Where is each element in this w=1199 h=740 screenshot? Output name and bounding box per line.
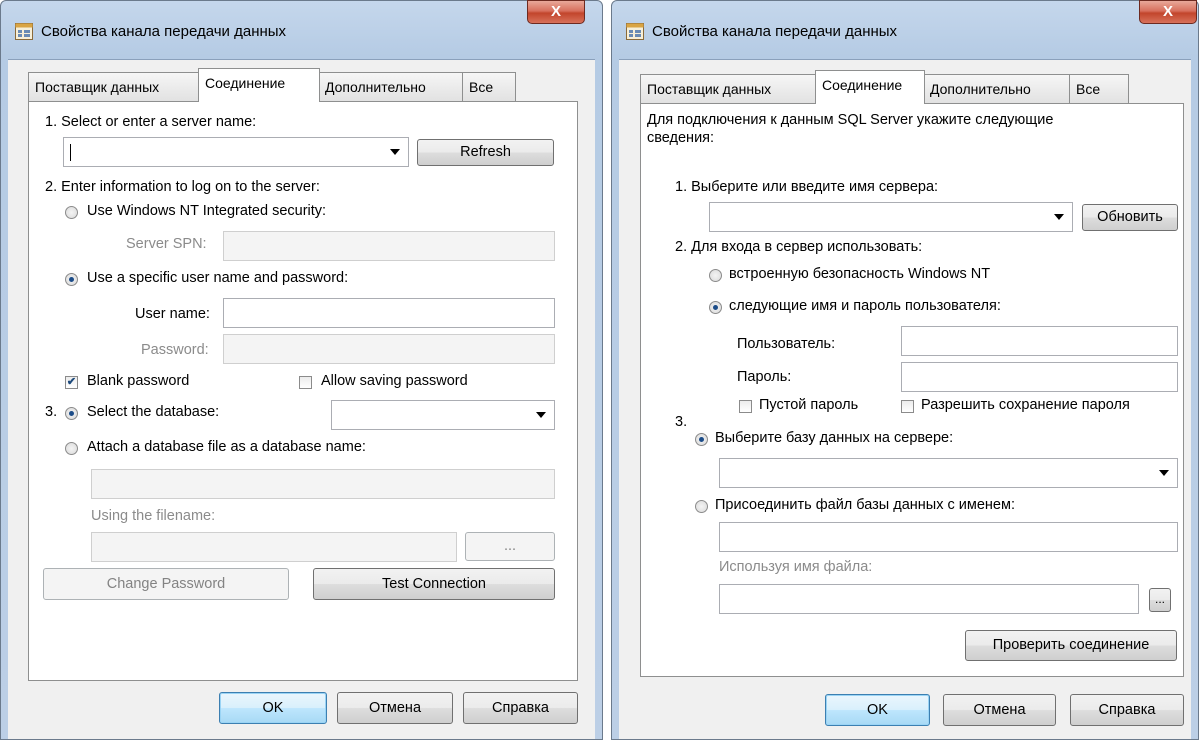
- database-name-field[interactable]: [91, 469, 555, 499]
- app-icon: [15, 23, 33, 40]
- attach-database-radio[interactable]: [65, 442, 78, 455]
- allow-saving-password-checkbox[interactable]: [299, 376, 312, 389]
- password-label: Пароль:: [737, 369, 792, 385]
- step1-label: 1. Выберите или введите имя сервера:: [675, 179, 939, 195]
- title-bar[interactable]: Свойства канала передачи данных X: [612, 0, 1198, 59]
- step3-label: 3.: [45, 404, 58, 420]
- cancel-button[interactable]: Отмена: [337, 692, 453, 724]
- password-field[interactable]: [901, 362, 1178, 392]
- blank-password-label[interactable]: Blank password: [87, 373, 189, 389]
- database-combobox[interactable]: [331, 400, 555, 430]
- dropdown-arrow-icon[interactable]: [390, 149, 400, 155]
- user-field[interactable]: [901, 326, 1178, 356]
- attach-database-label[interactable]: Attach a database file as a database nam…: [87, 439, 366, 455]
- app-icon: [626, 23, 644, 40]
- test-connection-button[interactable]: Test Connection: [313, 568, 555, 600]
- blank-password-checkbox[interactable]: ✔: [65, 376, 78, 389]
- refresh-button[interactable]: Refresh: [417, 139, 554, 166]
- intro-text-line2: сведения:: [647, 130, 715, 146]
- database-combobox[interactable]: [719, 458, 1178, 488]
- blank-password-checkbox[interactable]: [739, 400, 752, 413]
- dialog-client-area: Поставщик данных Соединение Дополнительн…: [619, 59, 1191, 739]
- dropdown-arrow-icon[interactable]: [536, 412, 546, 418]
- blank-password-label[interactable]: Пустой пароль: [759, 397, 858, 413]
- server-spn-label: Server SPN:: [126, 236, 207, 252]
- select-database-radio[interactable]: [695, 433, 708, 446]
- specific-user-radio[interactable]: [709, 301, 722, 314]
- allow-saving-password-label[interactable]: Разрешить сохранение пароля: [921, 397, 1130, 413]
- attach-database-label[interactable]: Присоединить файл базы данных с именем:: [715, 497, 1015, 513]
- filename-field[interactable]: [91, 532, 457, 562]
- allow-saving-password-label[interactable]: Allow saving password: [321, 373, 468, 389]
- dialog-client-area: Поставщик данных Соединение Дополнительн…: [8, 59, 595, 739]
- intro-text-line1: Для подключения к данным SQL Server укаж…: [647, 112, 1054, 128]
- tab-panel-connection: Для подключения к данным SQL Server укаж…: [640, 103, 1184, 677]
- browse-button[interactable]: ...: [1149, 588, 1171, 612]
- tab-connection[interactable]: Соединение: [198, 68, 320, 102]
- window-title: Свойства канала передачи данных: [41, 23, 287, 40]
- step1-label: 1. Select or enter a server name:: [45, 114, 257, 130]
- database-name-field[interactable]: [719, 522, 1178, 552]
- ok-button[interactable]: OK: [219, 692, 327, 724]
- title-bar[interactable]: Свойства канала передачи данных X: [1, 0, 602, 59]
- specific-user-label[interactable]: следующие имя и пароль пользователя:: [729, 298, 1001, 314]
- allow-saving-password-checkbox[interactable]: [901, 400, 914, 413]
- test-connection-button[interactable]: Проверить соединение: [965, 630, 1177, 661]
- password-field[interactable]: [223, 334, 555, 364]
- select-database-label[interactable]: Select the database:: [87, 404, 219, 420]
- ok-button[interactable]: OK: [825, 694, 930, 726]
- right-dialog-window: Свойства канала передачи данных X Постав…: [611, 0, 1199, 740]
- cancel-button[interactable]: Отмена: [943, 694, 1056, 726]
- tab-advanced[interactable]: Дополнительно: [318, 72, 464, 102]
- left-dialog-window: Свойства канала передачи данных X Постав…: [0, 0, 603, 740]
- step3-label: 3.: [675, 414, 688, 430]
- using-filename-label: Используя имя файла:: [719, 559, 873, 575]
- tab-data-provider[interactable]: Поставщик данных: [28, 72, 200, 102]
- select-database-label[interactable]: Выберите базу данных на сервере:: [715, 430, 953, 446]
- server-spn-field[interactable]: [223, 231, 555, 261]
- user-name-label: User name:: [135, 306, 210, 322]
- nt-security-label[interactable]: встроенную безопасность Windows NT: [729, 266, 990, 282]
- help-button[interactable]: Справка: [463, 692, 578, 724]
- server-name-combobox[interactable]: [63, 137, 409, 167]
- attach-database-radio[interactable]: [695, 500, 708, 513]
- text-caret: [70, 144, 71, 161]
- nt-security-radio[interactable]: [65, 206, 78, 219]
- tab-panel-connection: 1. Select or enter a server name: Refres…: [28, 101, 578, 681]
- nt-security-radio[interactable]: [709, 269, 722, 282]
- window-title: Свойства канала передачи данных: [652, 23, 898, 40]
- password-label: Password:: [141, 342, 209, 358]
- user-label: Пользователь:: [737, 336, 836, 352]
- filename-field[interactable]: [719, 584, 1139, 614]
- tab-advanced[interactable]: Дополнительно: [923, 74, 1071, 104]
- server-name-combobox[interactable]: [709, 202, 1073, 232]
- help-button[interactable]: Справка: [1070, 694, 1184, 726]
- change-password-button[interactable]: Change Password: [43, 568, 289, 600]
- dropdown-arrow-icon[interactable]: [1054, 214, 1064, 220]
- tab-all[interactable]: Все: [1069, 74, 1129, 104]
- step2-label: 2. Для входа в сервер использовать:: [675, 239, 923, 255]
- step2-label: 2. Enter information to log on to the se…: [45, 179, 320, 195]
- tab-connection[interactable]: Соединение: [815, 70, 925, 104]
- browse-button[interactable]: ...: [465, 532, 555, 561]
- refresh-button[interactable]: Обновить: [1082, 204, 1178, 231]
- dropdown-arrow-icon[interactable]: [1159, 470, 1169, 476]
- specific-user-label[interactable]: Use a specific user name and password:: [87, 270, 348, 286]
- nt-security-label[interactable]: Use Windows NT Integrated security:: [87, 203, 326, 219]
- user-name-field[interactable]: [223, 298, 555, 328]
- using-filename-label: Using the filename:: [91, 508, 216, 524]
- tab-all[interactable]: Все: [462, 72, 516, 102]
- tab-data-provider[interactable]: Поставщик данных: [640, 74, 817, 104]
- select-database-radio[interactable]: [65, 407, 78, 420]
- close-button[interactable]: X: [1139, 0, 1197, 24]
- close-button[interactable]: X: [527, 0, 585, 24]
- specific-user-radio[interactable]: [65, 273, 78, 286]
